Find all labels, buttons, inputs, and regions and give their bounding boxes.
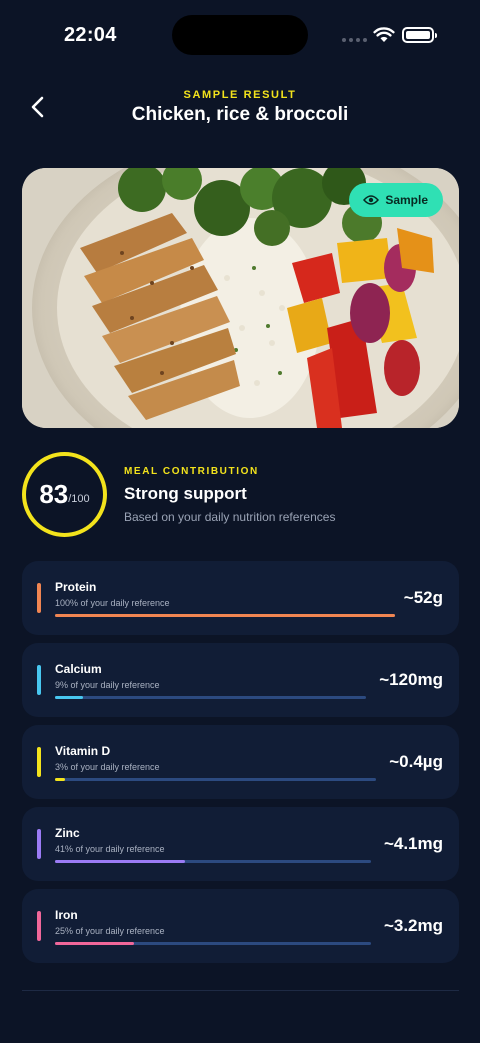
nutrient-accent bbox=[37, 747, 41, 777]
nutrient-name: Iron bbox=[55, 908, 78, 922]
meal-photo: Sample bbox=[22, 168, 459, 428]
nutrient-progress-fill bbox=[55, 860, 185, 863]
nutrient-reference: 41% of your daily reference bbox=[55, 844, 165, 854]
contribution-title: Strong support bbox=[124, 484, 247, 503]
signal-icon bbox=[342, 38, 367, 42]
nutrient-reference: 25% of your daily reference bbox=[55, 926, 165, 936]
nutrient-amount: ~0.4µg bbox=[389, 752, 443, 771]
nutrient-amount: ~52g bbox=[403, 588, 443, 607]
battery-icon bbox=[402, 27, 437, 43]
eye-icon bbox=[363, 195, 380, 205]
nutrient-progress-track bbox=[55, 614, 395, 617]
status-time: 22:04 bbox=[64, 24, 117, 46]
nutrient-amount: ~120mg bbox=[379, 670, 443, 689]
wifi-icon bbox=[373, 27, 395, 42]
nutrient-accent bbox=[37, 829, 41, 859]
nutrient-progress-track bbox=[55, 860, 371, 863]
nutrient-card-protein[interactable]: Protein 100% of your daily reference ~52… bbox=[22, 561, 459, 635]
contribution-subtitle: Based on your daily nutrition references bbox=[124, 510, 336, 524]
score-value: 83 bbox=[39, 479, 69, 509]
nutrient-amount: ~3.2mg bbox=[383, 916, 443, 935]
bottom-divider bbox=[22, 990, 459, 991]
nutrient-name: Zinc bbox=[55, 826, 80, 840]
nutrient-card-iron[interactable]: Iron 25% of your daily reference ~3.2mg bbox=[22, 889, 459, 963]
nutrient-amount: ~4.1mg bbox=[383, 834, 443, 853]
nutrient-reference: 9% of your daily reference bbox=[55, 680, 160, 690]
score-max: /100 bbox=[68, 492, 90, 505]
nutrient-progress-fill bbox=[55, 696, 83, 699]
nutrient-accent bbox=[37, 665, 41, 695]
nutrient-accent bbox=[37, 583, 41, 613]
nutrient-card-zinc[interactable]: Zinc 41% of your daily reference ~4.1mg bbox=[22, 807, 459, 881]
nutrient-progress-fill bbox=[55, 942, 134, 945]
nutrient-card-vitamin-d[interactable]: Vitamin D 3% of your daily reference ~0.… bbox=[22, 725, 459, 799]
sample-result-label: SAMPLE RESULT bbox=[183, 89, 297, 101]
status-bar: 22:04 bbox=[0, 0, 480, 70]
sample-chip[interactable]: Sample bbox=[349, 183, 443, 217]
nutrient-list: Protein 100% of your daily reference ~52… bbox=[22, 561, 459, 971]
nutrient-progress-fill bbox=[55, 778, 65, 781]
score-ring: 83 /100 bbox=[22, 452, 107, 537]
nutrient-progress-track bbox=[55, 696, 366, 699]
sample-chip-label: Sample bbox=[385, 193, 428, 207]
nutrient-accent bbox=[37, 911, 41, 941]
page-title: Chicken, rice & broccoli bbox=[131, 104, 349, 125]
dynamic-island bbox=[172, 15, 308, 55]
nutrient-card-calcium[interactable]: Calcium 9% of your daily reference ~120m… bbox=[22, 643, 459, 717]
meal-contribution-label: MEAL CONTRIBUTION bbox=[124, 466, 259, 477]
nutrient-progress-fill bbox=[55, 614, 395, 617]
nutrient-reference: 100% of your daily reference bbox=[55, 598, 170, 608]
nutrient-name: Protein bbox=[55, 580, 97, 594]
nutrient-progress-track bbox=[55, 942, 371, 945]
nutrient-name: Vitamin D bbox=[55, 744, 111, 758]
nutrient-reference: 3% of your daily reference bbox=[55, 762, 160, 772]
nutrient-name: Calcium bbox=[55, 662, 102, 676]
nutrient-progress-track bbox=[55, 778, 376, 781]
